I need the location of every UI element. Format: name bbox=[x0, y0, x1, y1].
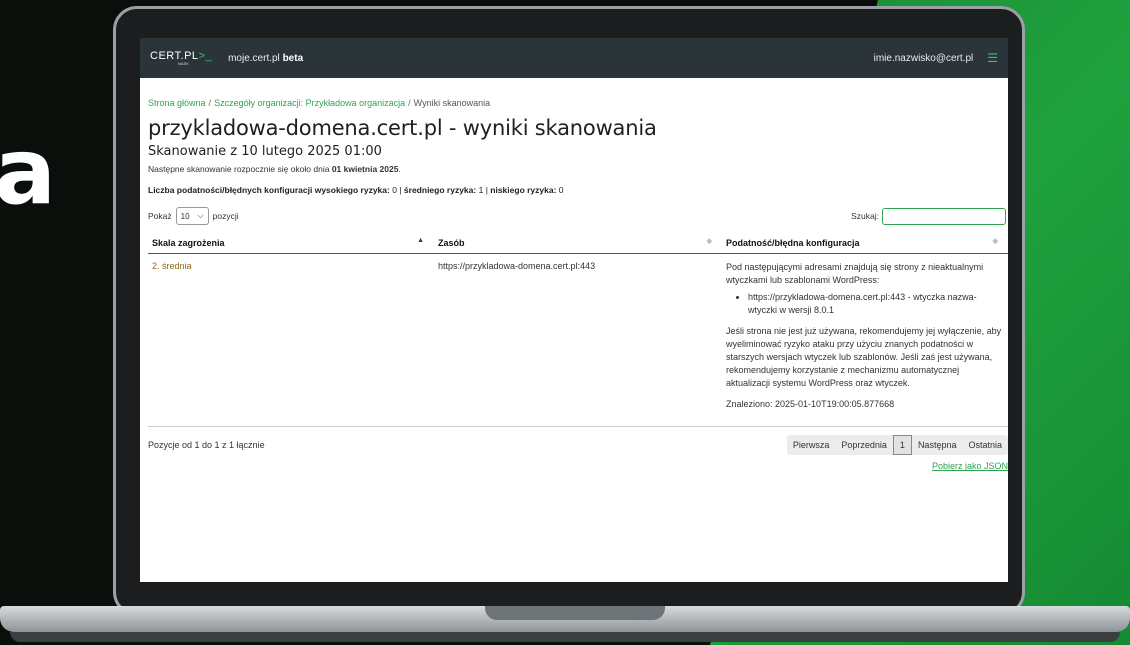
laptop-notch bbox=[485, 606, 665, 620]
cert-pl-logo[interactable]: CERT.PL>_ NASK bbox=[150, 49, 213, 66]
low-risk-label: niskiego ryzyka: bbox=[490, 185, 557, 195]
next-scan-text: Następne skanowanie rozpocznie się około… bbox=[148, 164, 332, 174]
laptop-foot bbox=[10, 632, 1120, 642]
results-table: Skala zagrożenia ▲ Zasób ◆ Podatność/błędn… bbox=[148, 233, 1008, 427]
breadcrumb-separator: / bbox=[408, 98, 411, 108]
resource-cell: https://przykladowa-domena.cert.pl:443 bbox=[438, 261, 596, 271]
header-label: Podatność/błędna konfiguracja bbox=[726, 238, 860, 248]
browser-screen: CERT.PL>_ NASK moje.cert.pl beta imie.na… bbox=[140, 38, 1008, 582]
column-header-severity[interactable]: Skala zagrożenia ▲ bbox=[148, 233, 434, 254]
next-scan-suffix: . bbox=[398, 164, 401, 174]
main-content: Strona główna / Szczegóły organizacji: Prz… bbox=[140, 78, 1008, 471]
breadcrumb-current: Wyniki skanowania bbox=[413, 98, 491, 108]
last-page-button[interactable]: Ostatnia bbox=[962, 435, 1008, 455]
page-1-button[interactable]: 1 bbox=[892, 435, 912, 456]
site-name-text: moje.cert.pl bbox=[228, 52, 280, 64]
first-page-button[interactable]: Pierwsza bbox=[787, 435, 836, 455]
affected-item: https://przykladowa-domena.cert.pl:443 -… bbox=[748, 291, 1004, 317]
beta-badge: beta bbox=[282, 52, 304, 64]
show-label: Pokaż bbox=[148, 211, 172, 221]
severity-cell: 2. średnia bbox=[152, 261, 192, 271]
recommendation-text: Jeśli strona nie jest już używana, rekom… bbox=[726, 326, 1002, 389]
sort-asc-icon: ▲ bbox=[417, 237, 424, 244]
sort-icon: ◆ bbox=[706, 238, 712, 245]
vulnerability-cell: Pod następującymi adresami znajdują się … bbox=[722, 254, 1008, 427]
breadcrumb-organization[interactable]: Szczegóły organizacji: Przykładowa organ… bbox=[214, 98, 405, 108]
vulnerability-intro: Pod następującymi adresami znajdują się … bbox=[726, 262, 984, 286]
page-size-value: 10 bbox=[180, 211, 190, 221]
page-size-select[interactable]: 10 ⌵ bbox=[175, 207, 209, 225]
logo-accent: >_ bbox=[198, 49, 213, 62]
table-row: 2. średnia https://przykladowa-domena.ce… bbox=[148, 254, 1008, 427]
top-navbar: CERT.PL>_ NASK moje.cert.pl beta imie.na… bbox=[140, 38, 1008, 78]
medium-risk-label: średniego ryzyka: bbox=[403, 185, 477, 195]
download-json-link[interactable]: Pobierz jako JSON bbox=[148, 461, 1008, 471]
column-header-resource[interactable]: Zasób ◆ bbox=[434, 233, 722, 254]
previous-page-button[interactable]: Poprzednia bbox=[835, 435, 893, 455]
low-risk-count: 0 bbox=[558, 185, 564, 195]
column-header-vulnerability[interactable]: Podatność/błędna konfiguracja ◆ bbox=[722, 233, 1008, 254]
chevron-down-icon: ⌵ bbox=[197, 211, 204, 220]
found-timestamp: Znaleziono: 2025-01-10T19:00:05.877668 bbox=[726, 399, 895, 410]
header-label: Zasób bbox=[438, 238, 465, 248]
counts-separator: | bbox=[485, 185, 488, 195]
sort-icon: ◆ bbox=[992, 238, 998, 245]
pagination: Pierwsza Poprzednia 1 Następna Ostatnia bbox=[786, 435, 1008, 456]
scan-date-subtitle: Skanowanie z 10 lutego 2025 01:00 bbox=[148, 144, 382, 159]
logo-text: CERT.PL bbox=[150, 49, 199, 62]
page-title: przykladowa-domena.cert.pl - wyniki skan… bbox=[148, 116, 657, 140]
hamburger-icon[interactable]: ☰ bbox=[987, 51, 998, 65]
user-email[interactable]: imie.nazwisko@cert.pl bbox=[874, 53, 974, 64]
breadcrumb: Strona główna / Szczegóły organizacji: Prz… bbox=[148, 98, 1008, 108]
entries-label: pozycji bbox=[212, 211, 239, 221]
search-label: Szukaj: bbox=[851, 211, 879, 221]
table-footer: Pozycje od 1 do 1 z 1 łącznie Pierwsza P… bbox=[148, 435, 1008, 456]
pagination-info: Pozycje od 1 do 1 z 1 łącznie bbox=[148, 440, 265, 451]
breadcrumb-separator: / bbox=[208, 98, 212, 108]
logo-subtext: NASK bbox=[178, 60, 189, 66]
medium-risk-count: 1 bbox=[478, 185, 484, 195]
next-scan-info: Następne skanowanie rozpocznie się około… bbox=[148, 164, 1008, 174]
background-letter: a bbox=[0, 118, 57, 225]
next-scan-date: 01 kwietnia 2025 bbox=[331, 164, 399, 174]
breadcrumb-home[interactable]: Strona główna bbox=[148, 98, 206, 108]
risk-counts: Liczba podatności/błędnych konfiguracji … bbox=[148, 185, 1008, 195]
table-controls: Pokaż 10 ⌵ pozycji Szukaj: bbox=[148, 207, 1008, 225]
search-input[interactable] bbox=[882, 207, 1006, 225]
next-page-button[interactable]: Następna bbox=[912, 435, 963, 455]
header-label: Skala zagrożenia bbox=[152, 238, 225, 248]
high-risk-count: 0 bbox=[392, 185, 397, 195]
affected-list: https://przykladowa-domena.cert.pl:443 -… bbox=[726, 291, 1004, 317]
site-name[interactable]: moje.cert.pl beta bbox=[228, 53, 303, 64]
counts-separator: | bbox=[399, 185, 402, 195]
high-risk-label: Liczba podatności/błędnych konfiguracji … bbox=[148, 185, 390, 195]
